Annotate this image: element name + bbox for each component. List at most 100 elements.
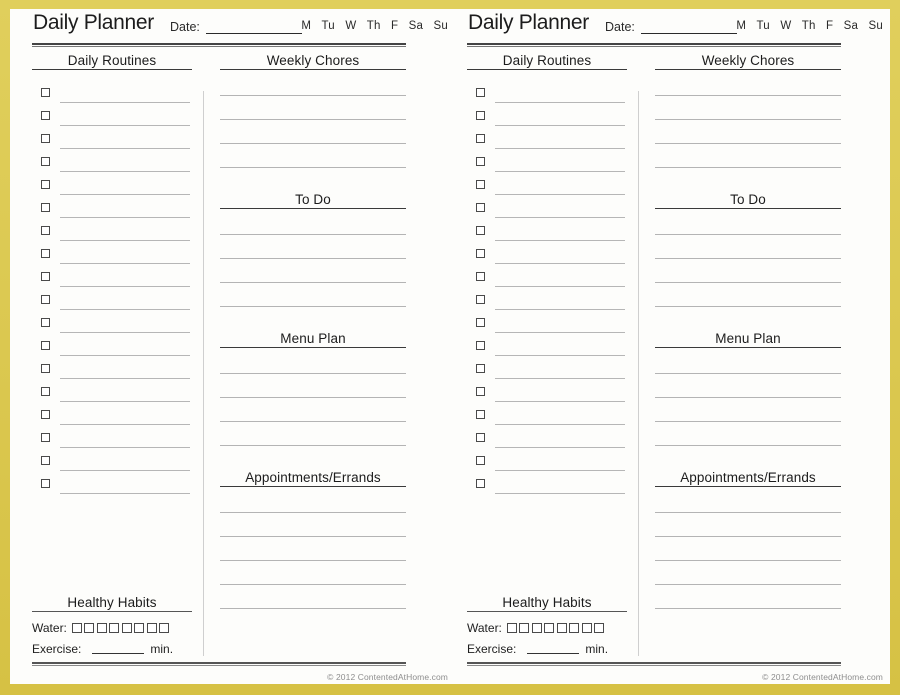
weekday-tu[interactable]: Tu (322, 20, 335, 32)
write-in-line[interactable] (220, 350, 406, 374)
checkbox-icon[interactable] (41, 387, 50, 396)
checkbox-icon[interactable] (41, 134, 50, 143)
checkbox-icon[interactable] (476, 456, 485, 465)
write-in-line[interactable] (60, 194, 190, 195)
write-in-line[interactable] (495, 102, 625, 103)
checklist-row[interactable] (467, 247, 627, 270)
write-in-line[interactable] (60, 401, 190, 402)
checkbox-icon[interactable] (476, 111, 485, 120)
checklist-row[interactable] (32, 270, 192, 293)
weekday-m[interactable]: M (736, 20, 746, 32)
checklist-row[interactable] (467, 385, 627, 408)
write-in-line[interactable] (655, 307, 841, 331)
checklist-row[interactable] (32, 109, 192, 132)
checklist-row[interactable] (32, 431, 192, 454)
write-in-line[interactable] (60, 355, 190, 356)
write-in-line[interactable] (60, 493, 190, 494)
checkbox-icon[interactable] (476, 134, 485, 143)
write-in-line[interactable] (495, 424, 625, 425)
checkbox-icon[interactable] (41, 318, 50, 327)
weekday-w[interactable]: W (345, 20, 356, 32)
checklist-row[interactable] (32, 201, 192, 224)
write-in-line[interactable] (220, 561, 406, 585)
write-in-line[interactable] (220, 235, 406, 259)
write-in-line[interactable] (655, 96, 841, 120)
checkbox-icon[interactable] (41, 364, 50, 373)
checkbox-icon[interactable] (41, 249, 50, 258)
write-in-line[interactable] (495, 493, 625, 494)
water-checkbox-icon[interactable] (109, 623, 120, 633)
weekday-sa[interactable]: Sa (409, 20, 423, 32)
checkbox-icon[interactable] (476, 364, 485, 373)
checklist-row[interactable] (32, 454, 192, 477)
write-in-line[interactable] (495, 470, 625, 471)
water-checkbox-icon[interactable] (531, 623, 542, 633)
write-in-line[interactable] (220, 168, 406, 192)
checklist-row[interactable] (467, 477, 627, 500)
water-checkbox-icon[interactable] (506, 623, 517, 633)
checklist-row[interactable] (32, 293, 192, 316)
date-write-in-field[interactable] (206, 33, 302, 34)
write-in-line[interactable] (495, 263, 625, 264)
checkbox-icon[interactable] (476, 88, 485, 97)
write-in-line[interactable] (60, 102, 190, 103)
checkbox-icon[interactable] (476, 295, 485, 304)
write-in-line[interactable] (220, 537, 406, 561)
write-in-line[interactable] (60, 378, 190, 379)
exercise-write-in-field[interactable] (527, 652, 580, 654)
checkbox-icon[interactable] (476, 341, 485, 350)
weekday-th[interactable]: Th (802, 20, 816, 32)
checklist-row[interactable] (467, 201, 627, 224)
write-in-line[interactable] (220, 120, 406, 144)
weekday-selector[interactable]: M Tu W Th F Sa Su (301, 20, 448, 32)
write-in-line[interactable] (655, 585, 841, 609)
checkbox-icon[interactable] (476, 157, 485, 166)
write-in-line[interactable] (60, 470, 190, 471)
water-checkbox-icon[interactable] (84, 623, 95, 633)
checklist-row[interactable] (32, 385, 192, 408)
write-in-line[interactable] (220, 489, 406, 513)
write-in-line[interactable] (60, 148, 190, 149)
checkbox-icon[interactable] (476, 433, 485, 442)
write-in-line[interactable] (655, 120, 841, 144)
checklist-row[interactable] (32, 316, 192, 339)
checkbox-icon[interactable] (41, 180, 50, 189)
checkbox-icon[interactable] (41, 410, 50, 419)
write-in-line[interactable] (60, 424, 190, 425)
checklist-row[interactable] (467, 293, 627, 316)
write-in-line[interactable] (220, 585, 406, 609)
write-in-line[interactable] (495, 240, 625, 241)
checkbox-icon[interactable] (476, 272, 485, 281)
checklist-row[interactable] (467, 270, 627, 293)
water-checkbox-icon[interactable] (159, 623, 170, 633)
checkbox-icon[interactable] (41, 226, 50, 235)
water-checkbox-icon[interactable] (581, 623, 592, 633)
write-in-line[interactable] (655, 537, 841, 561)
write-in-line[interactable] (60, 263, 190, 264)
weekday-w[interactable]: W (780, 20, 791, 32)
write-in-line[interactable] (655, 350, 841, 374)
write-in-line[interactable] (655, 446, 841, 470)
checklist-row[interactable] (32, 155, 192, 178)
checkbox-icon[interactable] (41, 479, 50, 488)
checkbox-icon[interactable] (41, 157, 50, 166)
checklist-row[interactable] (32, 408, 192, 431)
exercise-write-in-field[interactable] (92, 652, 145, 654)
weekday-su[interactable]: Su (869, 20, 883, 32)
write-in-line[interactable] (495, 378, 625, 379)
write-in-line[interactable] (60, 286, 190, 287)
weekday-sa[interactable]: Sa (844, 20, 858, 32)
checklist-row[interactable] (32, 477, 192, 500)
write-in-line[interactable] (60, 332, 190, 333)
checklist-row[interactable] (467, 132, 627, 155)
checklist-row[interactable] (32, 178, 192, 201)
write-in-line[interactable] (495, 194, 625, 195)
checkbox-icon[interactable] (41, 88, 50, 97)
write-in-line[interactable] (60, 217, 190, 218)
weekday-f[interactable]: F (826, 20, 833, 32)
water-checkbox-icon[interactable] (71, 623, 82, 633)
write-in-line[interactable] (220, 513, 406, 537)
write-in-line[interactable] (655, 235, 841, 259)
write-in-line[interactable] (655, 561, 841, 585)
water-checkbox-icon[interactable] (594, 623, 605, 633)
